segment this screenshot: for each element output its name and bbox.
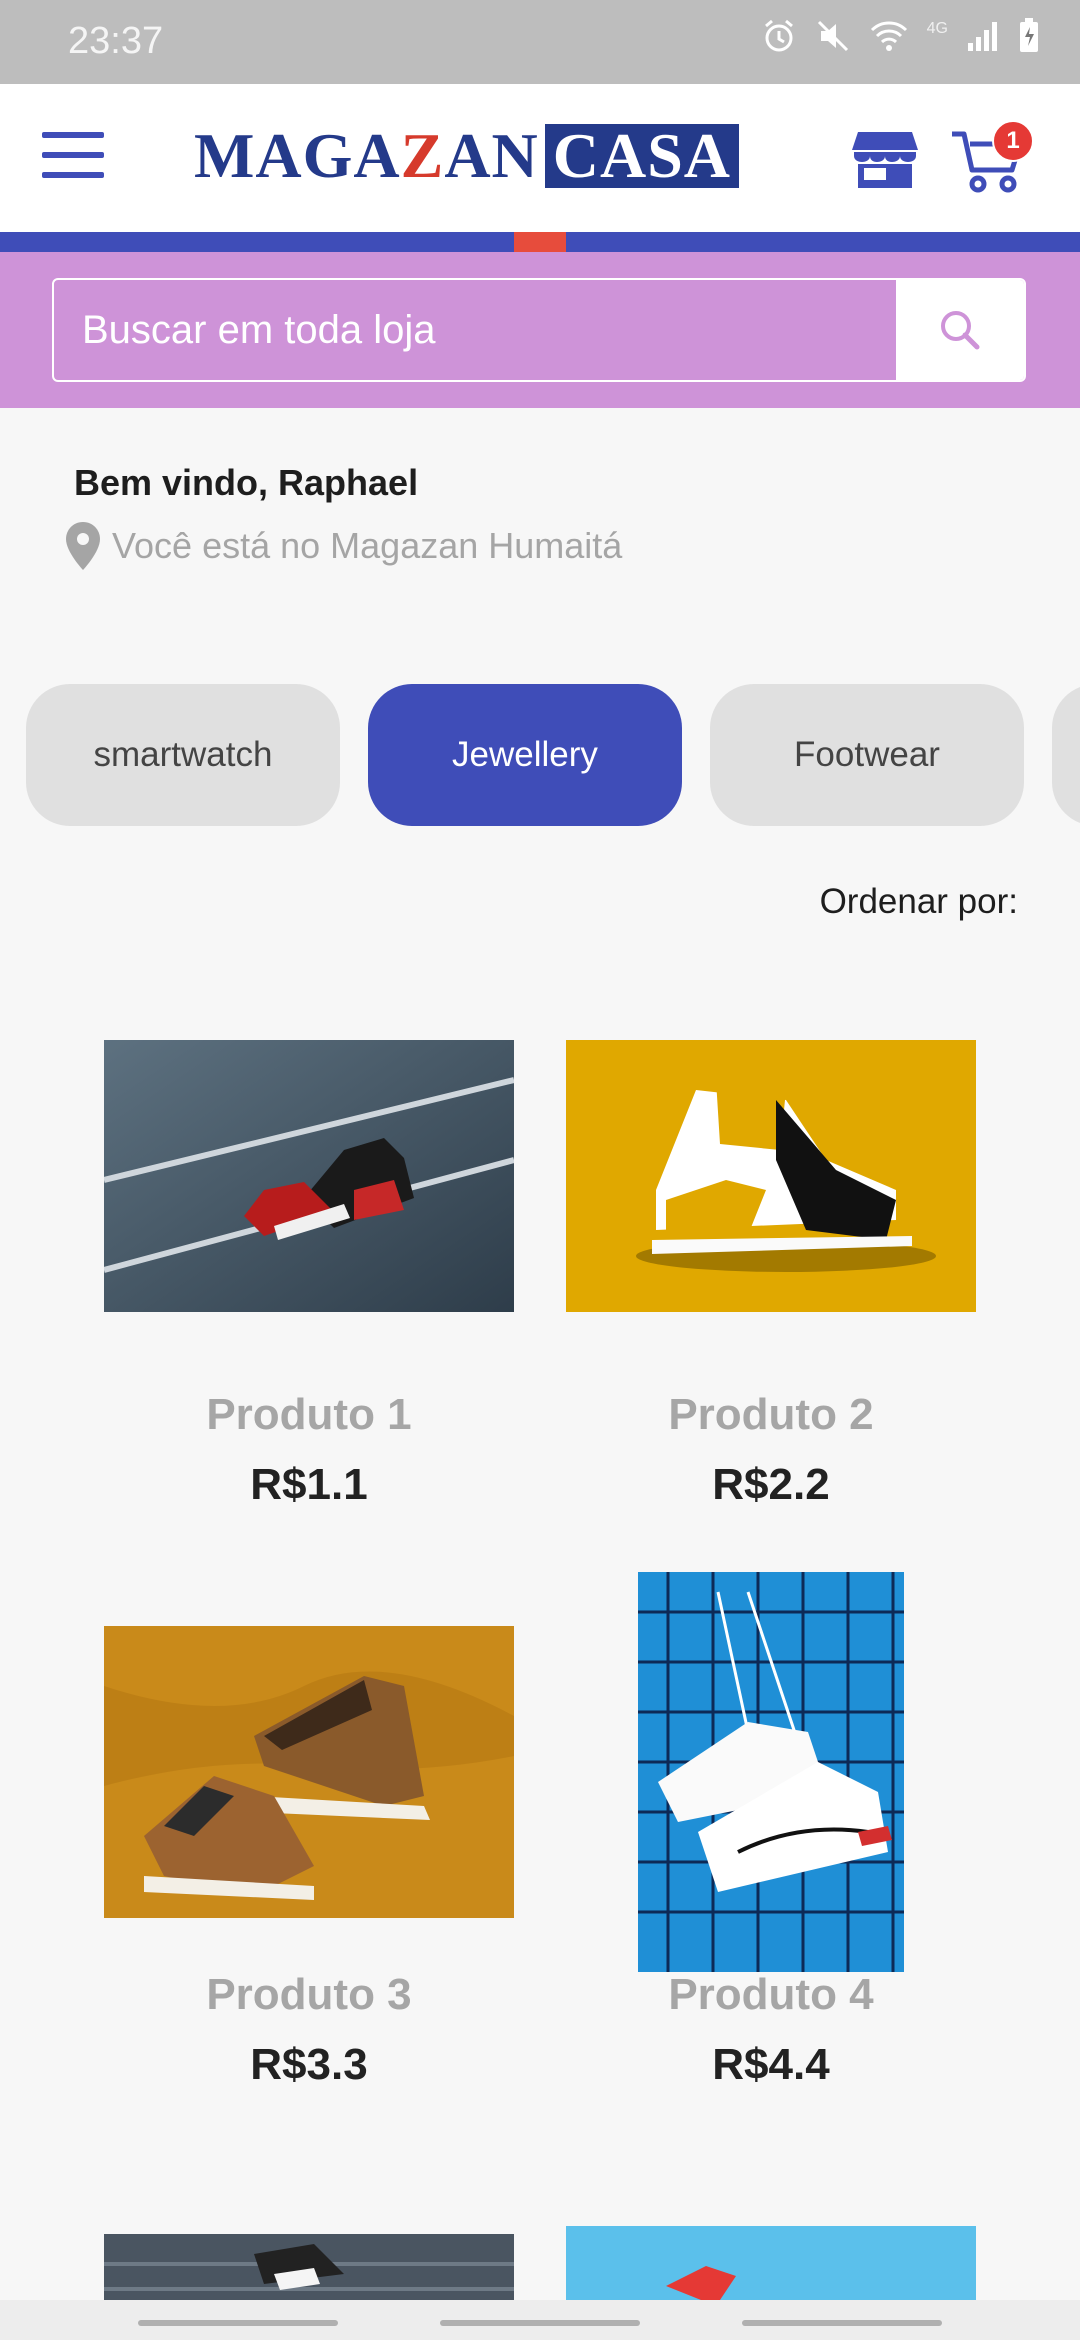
- search-input[interactable]: Buscar em toda loja: [82, 280, 436, 380]
- product-price: R$2.2: [712, 1460, 830, 1509]
- search-icon: [941, 311, 980, 350]
- category-chip-more[interactable]: [1052, 684, 1080, 826]
- sort-button[interactable]: Ordenar por:: [820, 882, 1018, 922]
- search-button[interactable]: [896, 280, 1024, 380]
- brand-logo[interactable]: MAGA Z AN CASA: [194, 120, 739, 191]
- product-image[interactable]: [566, 1040, 976, 1312]
- product-card[interactable]: Produto 3 R$3.3: [104, 1570, 514, 2110]
- wifi-icon: [870, 21, 907, 51]
- header-stripe-marker: [514, 232, 566, 252]
- product-image[interactable]: [104, 1626, 514, 1918]
- product-image[interactable]: [104, 1040, 514, 1312]
- product-card[interactable]: Produto 2 R$2.2: [566, 1030, 976, 1530]
- network-type: 4G: [926, 20, 948, 37]
- product-image[interactable]: [638, 1572, 904, 1972]
- product-name: Produto 2: [668, 1390, 874, 1439]
- welcome-greeting: Bem vindo, Raphael: [74, 462, 419, 503]
- status-bar: 23:37 4G: [0, 0, 1080, 84]
- logo-text-casa: CASA: [544, 124, 739, 188]
- status-icons: 4G: [761, 18, 1040, 54]
- cart-count-badge: 1: [992, 120, 1034, 162]
- category-chip-footwear[interactable]: Footwear: [710, 684, 1024, 826]
- signal-icon: [968, 22, 997, 51]
- battery-icon: [1020, 18, 1038, 52]
- location-pin-icon: [66, 522, 100, 570]
- product-card[interactable]: Produto 1 R$1.1: [104, 1030, 514, 1530]
- product-price: R$1.1: [250, 1460, 368, 1509]
- system-nav-bar: [0, 2300, 1080, 2340]
- nav-recent-button[interactable]: [138, 2320, 338, 2326]
- status-time: 23:37: [68, 20, 164, 62]
- nav-back-button[interactable]: [742, 2320, 942, 2326]
- store-icon[interactable]: [852, 128, 918, 190]
- nav-home-button[interactable]: [440, 2320, 640, 2326]
- category-chip-smartwatch[interactable]: smartwatch: [26, 684, 340, 826]
- product-name: Produto 3: [206, 1970, 412, 2019]
- logo-text-z: Z: [400, 120, 445, 191]
- logo-text-1: MAGA: [194, 120, 401, 191]
- search-band: Buscar em toda loja: [0, 252, 1080, 408]
- product-image[interactable]: [104, 2234, 514, 2300]
- product-price: R$4.4: [712, 2040, 830, 2089]
- search-box: Buscar em toda loja: [52, 278, 1026, 382]
- menu-icon[interactable]: [42, 132, 104, 180]
- logo-text-2: AN: [444, 120, 539, 191]
- category-chips: smartwatch Jewellery Footwear: [26, 684, 1080, 826]
- product-image[interactable]: [566, 2226, 976, 2300]
- app-header: MAGA Z AN CASA 1: [0, 84, 1080, 232]
- cart-button[interactable]: 1: [950, 120, 1034, 196]
- mute-icon: [817, 20, 848, 52]
- alarm-icon: [764, 19, 793, 52]
- product-card[interactable]: Produto 4 R$4.4: [566, 1570, 976, 2110]
- store-location: Você está no Magazan Humaitá: [64, 520, 622, 572]
- product-name: Produto 1: [206, 1390, 412, 1439]
- product-price: R$3.3: [250, 2040, 368, 2089]
- header-stripe: [0, 232, 1080, 252]
- location-text: Você está no Magazan Humaitá: [112, 525, 623, 566]
- category-chip-jewellery[interactable]: Jewellery: [368, 684, 682, 826]
- product-name: Produto 4: [668, 1970, 874, 2019]
